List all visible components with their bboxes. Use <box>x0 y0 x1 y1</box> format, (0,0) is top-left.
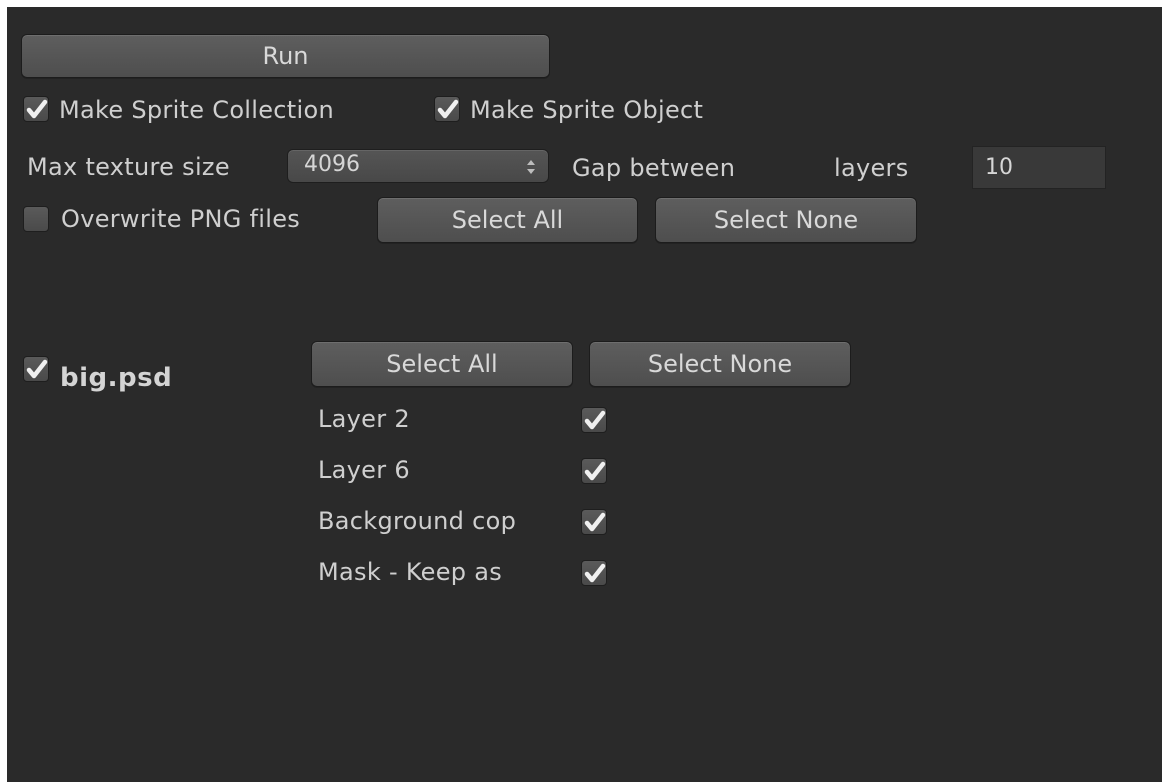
max-texture-size-value: 4096 <box>304 152 360 177</box>
make-sprite-object-label: Make Sprite Object <box>470 96 704 124</box>
updown-arrows-icon <box>527 160 535 174</box>
gap-layers-label: layers <box>834 154 909 182</box>
layer-label: Mask - Keep as <box>318 558 503 586</box>
select-none-button[interactable]: Select None <box>655 197 917 243</box>
gap-between-label: Gap between <box>572 154 736 182</box>
layer-checkbox[interactable] <box>581 407 607 433</box>
check-icon <box>26 99 48 119</box>
make-sprite-collection-checkbox[interactable] <box>23 96 49 122</box>
layer-label: Layer 2 <box>318 405 410 433</box>
select-none-label: Select None <box>713 206 859 234</box>
psd-importer-panel: Run Make Sprite Collection Make Sprite O… <box>7 7 1162 782</box>
check-icon <box>584 410 606 430</box>
check-icon <box>26 359 48 379</box>
layer-checkbox[interactable] <box>581 560 607 586</box>
run-button-label: Run <box>262 42 309 70</box>
select-all-label: Select All <box>451 206 564 234</box>
max-texture-size-dropdown[interactable]: 4096 <box>287 149 549 183</box>
layer-label: Background cop <box>318 507 517 535</box>
file-select-all-button[interactable]: Select All <box>311 341 573 387</box>
check-icon <box>437 99 459 119</box>
file-select-none-label: Select None <box>647 350 793 378</box>
check-icon <box>584 461 606 481</box>
make-sprite-object-checkbox[interactable] <box>434 96 460 122</box>
check-icon <box>584 563 606 583</box>
file-select-none-button[interactable]: Select None <box>589 341 851 387</box>
gap-between-layers-value: 10 <box>985 155 1013 180</box>
max-texture-size-label: Max texture size <box>27 153 230 181</box>
overwrite-png-checkbox[interactable] <box>23 206 49 232</box>
layer-label: Layer 6 <box>318 456 410 484</box>
layer-checkbox[interactable] <box>581 458 607 484</box>
gap-between-layers-input[interactable]: 10 <box>972 146 1106 189</box>
make-sprite-collection-label: Make Sprite Collection <box>59 96 334 124</box>
big-psd-checkbox[interactable] <box>23 356 49 382</box>
file-name: big.psd <box>60 363 173 393</box>
overwrite-png-label: Overwrite PNG files <box>61 205 301 233</box>
file-select-all-label: Select All <box>386 350 498 378</box>
run-button[interactable]: Run <box>21 34 550 78</box>
check-icon <box>584 512 606 532</box>
select-all-button[interactable]: Select All <box>377 197 638 243</box>
layer-checkbox[interactable] <box>581 509 607 535</box>
